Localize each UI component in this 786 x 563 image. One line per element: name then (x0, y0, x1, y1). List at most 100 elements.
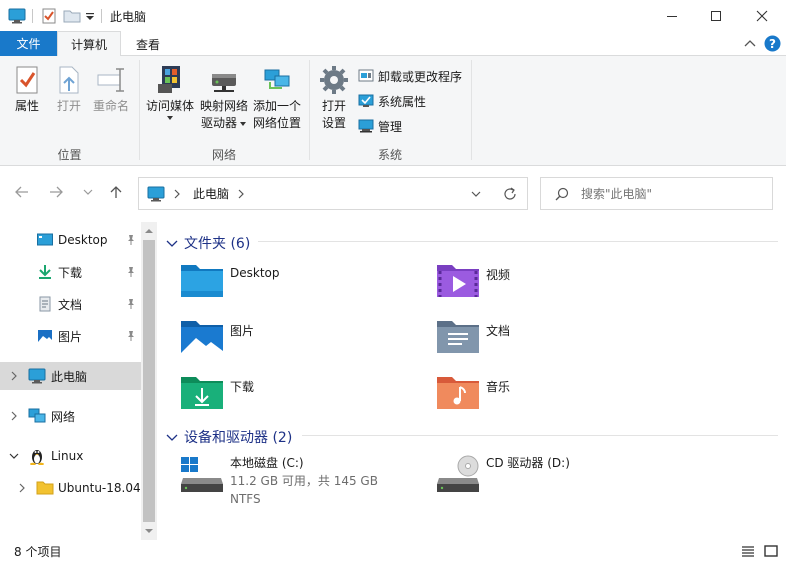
divider (101, 9, 102, 23)
sidebar-scrollbar[interactable] (141, 222, 157, 540)
manage-button[interactable]: 管理 (358, 115, 402, 137)
folder-pictures[interactable]: 图片 (180, 318, 254, 354)
open-settings-label-1: 打开 (321, 99, 346, 113)
linux-tux-icon (30, 450, 44, 465)
map-drive-label-2: 驱动器 (200, 116, 237, 130)
sidebar-item-ubuntu[interactable]: Ubuntu-18.04 (0, 474, 141, 502)
folders-section-header[interactable]: 文件夹 (6) (166, 233, 250, 253)
folder-documents[interactable]: 文档 (436, 318, 510, 354)
sidebar-item-downloads[interactable]: 下载 (0, 258, 141, 286)
group-divider (139, 60, 140, 160)
maximize-button[interactable] (694, 0, 738, 31)
new-folder-quick-icon[interactable] (63, 7, 81, 25)
open-label: 打开 (56, 99, 81, 113)
drive-label: CD 驱动器 (D:) (486, 456, 570, 470)
chevron-right-icon[interactable] (10, 411, 18, 421)
navigation-pane: Desktop 下载 文档 图片 此电脑 网络 Linux Ubuntu-18.… (0, 222, 157, 540)
close-icon (756, 10, 768, 21)
ribbon: 属性 打开 重命名 位置 访问媒体 映射网络 驱动器 添加一个 网络位置 网络 … (0, 56, 786, 166)
pictures-icon (38, 330, 52, 342)
sidebar-item-linux[interactable]: Linux (0, 442, 141, 470)
drives-section-header[interactable]: 设备和驱动器 (2) (166, 427, 292, 447)
desktop-icon (37, 233, 53, 246)
scrollbar-thumb[interactable] (143, 240, 155, 522)
status-bar: 8 个项目 (0, 540, 786, 563)
tab-computer[interactable]: 计算机 (57, 31, 121, 57)
folder-label: 下载 (230, 380, 255, 394)
map-drive-label-1: 映射网络 (199, 99, 248, 113)
minimize-button[interactable] (650, 0, 694, 31)
details-view-icon[interactable] (741, 545, 755, 557)
media-icon (158, 66, 180, 93)
drive-space: 11.2 GB 可用，共 145 GB (230, 474, 378, 488)
minimize-icon (667, 15, 677, 17)
customize-toolbar-icon[interactable] (85, 7, 95, 25)
network-drive-icon (212, 74, 236, 92)
drives-header-label: 设备和驱动器 (2) (184, 430, 293, 446)
breadcrumb-this-pc[interactable]: 此电脑 (193, 185, 229, 202)
rename-icon (97, 68, 124, 92)
open-button[interactable]: 打开 (52, 64, 86, 115)
large-icons-view-icon[interactable] (764, 545, 778, 557)
sidebar-item-desktop[interactable]: Desktop (0, 226, 141, 254)
downloads-folder-icon (181, 377, 223, 409)
folder-downloads[interactable]: 下载 (180, 374, 254, 410)
scroll-down-icon[interactable] (141, 524, 157, 538)
chevron-right-icon[interactable] (10, 371, 18, 381)
sidebar-item-label: Linux (51, 449, 84, 463)
search-input[interactable] (581, 186, 761, 201)
recent-locations-button[interactable] (78, 184, 98, 200)
videos-folder-icon (437, 265, 479, 297)
map-network-drive-button[interactable]: 映射网络 驱动器 (198, 64, 250, 132)
breadcrumb-chevron-icon[interactable] (237, 189, 245, 199)
uninstall-programs-button[interactable]: 卸载或更改程序 (358, 65, 462, 87)
rename-button[interactable]: 重命名 (90, 64, 132, 115)
up-button[interactable] (106, 184, 126, 200)
address-bar[interactable]: 此电脑 (138, 177, 528, 210)
forward-button[interactable] (46, 184, 66, 200)
close-button[interactable] (740, 0, 784, 31)
back-button[interactable] (12, 184, 32, 200)
sidebar-item-pictures[interactable]: 图片 (0, 322, 141, 350)
ribbon-tab-bar: 文件 计算机 查看 ? (0, 31, 786, 57)
group-label-network: 网络 (211, 148, 236, 162)
drive-d[interactable]: CD 驱动器 (D:) (436, 454, 570, 498)
scroll-up-icon[interactable] (141, 224, 157, 238)
folder-videos[interactable]: 视频 (436, 262, 510, 298)
chevron-down-icon[interactable] (9, 452, 19, 460)
open-settings-button[interactable]: 打开 设置 (316, 64, 352, 132)
sidebar-item-documents[interactable]: 文档 (0, 290, 141, 318)
download-icon (39, 265, 51, 279)
help-button[interactable]: ? (764, 35, 781, 55)
properties-quick-icon[interactable] (41, 7, 57, 25)
search-box[interactable] (540, 177, 773, 210)
sidebar-item-label: 下载 (58, 265, 83, 280)
pin-icon (128, 267, 134, 277)
title-bar: 此电脑 (0, 0, 786, 31)
system-properties-button[interactable]: 系统属性 (358, 90, 426, 112)
add-location-label-2: 网络位置 (252, 116, 301, 130)
desktop-folder-icon (181, 265, 223, 297)
tab-file[interactable]: 文件 (0, 31, 57, 56)
maximize-icon (711, 10, 721, 21)
chevron-down-icon (166, 240, 178, 247)
section-divider (302, 435, 778, 436)
refresh-icon[interactable] (503, 187, 517, 201)
folder-label: 文档 (486, 324, 511, 338)
sidebar-item-this-pc[interactable]: 此电脑 (0, 362, 141, 390)
tab-view[interactable]: 查看 (123, 31, 173, 57)
folder-music[interactable]: 音乐 (436, 374, 510, 410)
search-icon (555, 187, 569, 200)
access-media-button[interactable]: 访问媒体 (144, 64, 196, 121)
collapse-ribbon-button[interactable] (744, 38, 756, 52)
folder-desktop[interactable]: Desktop (180, 262, 280, 298)
dropdown-arrow-icon (167, 116, 173, 120)
chevron-right-icon[interactable] (18, 483, 26, 493)
address-history-dropdown-icon[interactable] (471, 190, 481, 198)
breadcrumb-chevron-icon[interactable] (173, 189, 181, 199)
drive-c[interactable]: 本地磁盘 (C:) 11.2 GB 可用，共 145 GB NTFS (180, 454, 378, 508)
sidebar-item-network[interactable]: 网络 (0, 402, 141, 430)
properties-button[interactable]: 属性 (10, 64, 44, 115)
arrow-right-icon (50, 186, 63, 198)
add-network-location-button[interactable]: 添加一个 网络位置 (250, 64, 304, 132)
